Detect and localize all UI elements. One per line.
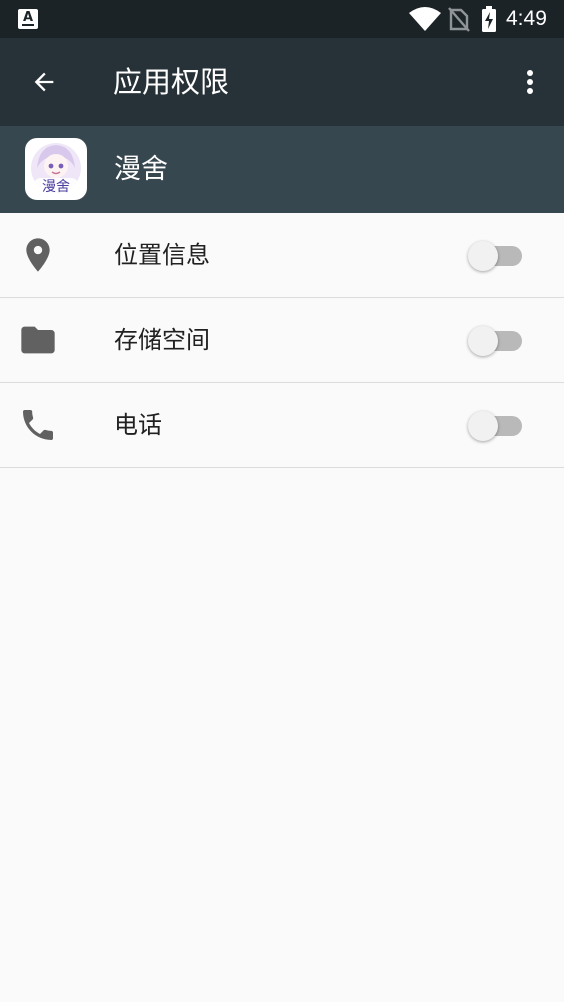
- status-time: 4:49: [506, 7, 547, 30]
- permission-list: 位置信息 存储空间 电话: [0, 213, 564, 468]
- permission-label: 存储空间: [114, 326, 210, 354]
- permission-row-location[interactable]: 位置信息: [0, 213, 564, 298]
- back-button[interactable]: [16, 58, 72, 106]
- svg-text:漫舍: 漫舍: [42, 179, 70, 195]
- storage-toggle[interactable]: [468, 326, 524, 356]
- location-pin-icon: [26, 238, 50, 272]
- more-options-button[interactable]: [506, 58, 554, 106]
- text-notification-icon: A: [18, 9, 38, 29]
- permission-label: 位置信息: [114, 241, 210, 269]
- wifi-icon: [408, 6, 442, 36]
- phone-toggle[interactable]: [468, 411, 524, 441]
- permission-label: 电话: [114, 411, 162, 439]
- location-toggle[interactable]: [468, 241, 524, 271]
- permission-row-phone[interactable]: 电话: [0, 383, 564, 468]
- folder-icon: [21, 326, 55, 354]
- more-vert-icon: [527, 70, 533, 94]
- permission-row-storage[interactable]: 存储空间: [0, 298, 564, 383]
- page-title: 应用权限: [113, 65, 230, 99]
- app-logo-icon: 漫舍: [25, 138, 87, 200]
- battery-charging-icon: [480, 6, 498, 36]
- no-sim-icon: [448, 6, 470, 36]
- phone-icon: [23, 410, 53, 440]
- app-header: 漫舍 漫舍: [0, 126, 564, 213]
- app-bar: 应用权限: [0, 38, 564, 126]
- back-arrow-icon: [34, 72, 54, 92]
- app-name: 漫舍: [114, 154, 168, 185]
- status-bar: A 4:49: [0, 0, 564, 38]
